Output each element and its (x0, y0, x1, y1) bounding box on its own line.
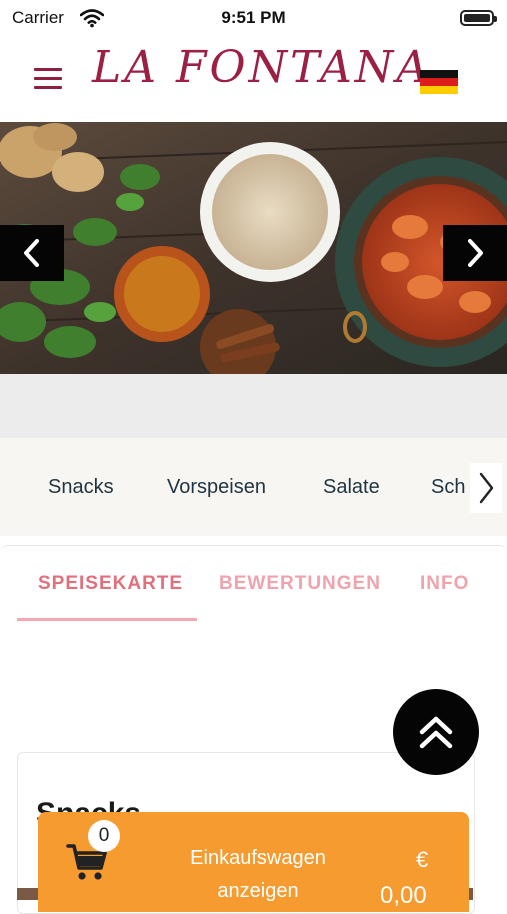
category-salate[interactable]: Salate (323, 476, 380, 499)
banner-spacer (0, 374, 507, 438)
cart-bar[interactable]: 0 Einkaufswagen anzeigen € 0,00 (38, 812, 469, 912)
view-cart-label: Einkaufswagen anzeigen (190, 847, 326, 902)
status-bar: Carrier 9:51 PM (0, 0, 507, 36)
chevron-right-icon (468, 239, 483, 267)
carousel-next-button[interactable] (443, 225, 507, 281)
chevron-right-icon (479, 472, 494, 504)
scroll-top-button[interactable] (393, 689, 479, 775)
battery-icon (460, 10, 497, 26)
category-vorspeisen[interactable]: Vorspeisen (167, 476, 266, 499)
category-partial[interactable]: Sch (431, 476, 465, 499)
double-chevron-up-icon (419, 716, 453, 749)
category-next-button[interactable] (470, 463, 502, 513)
status-time: 9:51 PM (221, 8, 286, 27)
hero-food-image (0, 122, 507, 374)
cart-currency: € (416, 847, 429, 872)
hamburger-menu-icon[interactable] (34, 68, 62, 90)
active-tab-indicator (17, 618, 197, 621)
carousel-prev-button[interactable] (0, 225, 64, 281)
food-photo (0, 122, 507, 374)
category-snacks[interactable]: Snacks (48, 476, 114, 499)
tab-info[interactable]: INFO (420, 573, 469, 595)
cart-total: 0,00 (380, 882, 427, 909)
app-header: LA FONTANA (0, 40, 507, 118)
category-bar: Snacks Vorspeisen Salate Sch (0, 438, 507, 536)
restaurant-logo[interactable]: LA FONTANA (92, 42, 431, 93)
tab-speisekarte[interactable]: SPEISEKARTE (38, 573, 183, 595)
tab-bewertungen[interactable]: BEWERTUNGEN (219, 573, 381, 595)
cart-count-badge: 0 (88, 820, 120, 852)
chevron-left-icon (24, 239, 39, 267)
germany-flag-icon[interactable] (420, 70, 458, 94)
